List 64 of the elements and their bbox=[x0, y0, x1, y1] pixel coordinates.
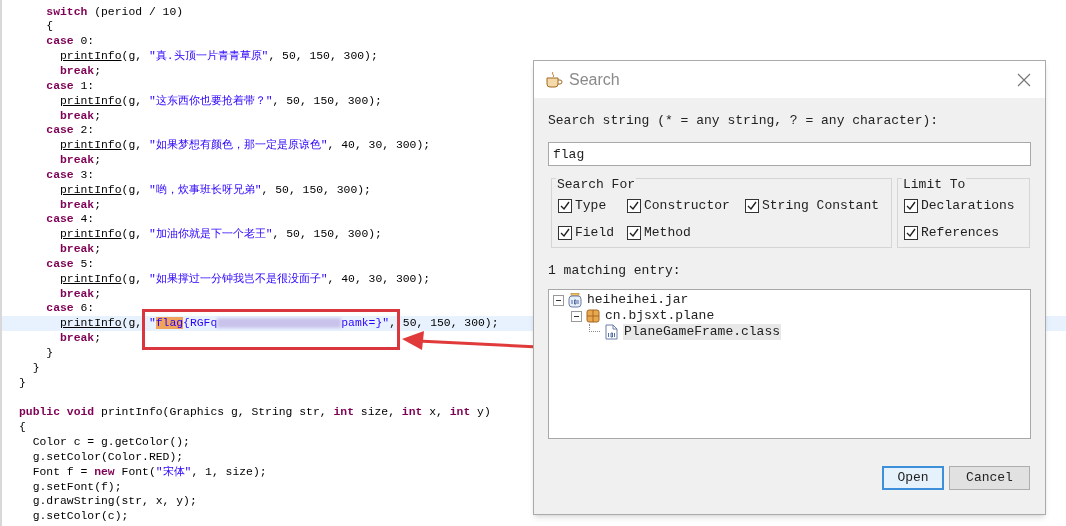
checkbox[interactable] bbox=[627, 226, 641, 240]
code-line: case 2: bbox=[45, 124, 95, 137]
code-line: public void printInfo(Graphics g, String str, int size, int x, int y) bbox=[19, 405, 491, 421]
code-line: } bbox=[45, 347, 54, 359]
code-line: break; bbox=[59, 154, 102, 167]
checkbox-label: Type bbox=[575, 197, 607, 216]
checkbox[interactable] bbox=[558, 199, 572, 213]
code-line: switch (period / 10) bbox=[45, 5, 184, 18]
search-field[interactable]: flag bbox=[548, 142, 1031, 166]
checkbox[interactable] bbox=[904, 226, 918, 240]
checkbox-label: Declarations bbox=[921, 197, 1015, 216]
code-line: Font f = new Font("宋体", 1, size); bbox=[31, 465, 267, 478]
code-line: } bbox=[19, 376, 26, 389]
code-line: } bbox=[31, 361, 40, 374]
code-line: break; bbox=[59, 332, 102, 345]
code-line: { bbox=[19, 421, 26, 434]
collapse-toggle-icon[interactable] bbox=[571, 310, 582, 322]
checkbox-label: String Constant bbox=[762, 197, 880, 216]
code-line: break; bbox=[59, 198, 102, 211]
code-line: g.setColor(Color.RED); bbox=[31, 450, 184, 463]
checkbox[interactable] bbox=[558, 226, 572, 240]
checkbox[interactable] bbox=[745, 199, 759, 213]
code-line: break; bbox=[59, 287, 102, 300]
collapse-toggle-icon[interactable] bbox=[553, 294, 564, 306]
code-line: case 3: bbox=[45, 168, 95, 181]
code-line: Color c = g.getColor(); bbox=[31, 436, 190, 449]
code-line: g.setFont(f); bbox=[31, 480, 122, 493]
code-line: case 1: bbox=[45, 79, 95, 92]
code-line: break; bbox=[59, 243, 102, 256]
result-count-label: 1 matching entry: bbox=[548, 262, 682, 280]
code-line: printInfo(g, "如果撑过一分钟我岂不是很没面子", 40, 30, 300); bbox=[59, 272, 431, 285]
dialog-title: Search bbox=[569, 69, 621, 90]
checkbox[interactable] bbox=[904, 199, 918, 213]
coffee-cup-icon bbox=[545, 70, 563, 89]
code-line: g.setColor(c); bbox=[31, 510, 129, 523]
code-line: printInfo(g, "这东西你也要抢着带？", 50, 150, 300); bbox=[59, 94, 382, 107]
code-line: break; bbox=[59, 109, 102, 122]
code-line: printInfo(g, "如果梦想有颜色，那一定是原谅色", 40, 30, 300); bbox=[59, 139, 431, 152]
tree-item[interactable]: cn.bjsxt.plane bbox=[604, 308, 716, 324]
binary-file-icon bbox=[604, 324, 619, 340]
dialog-button[interactable]: Cancel bbox=[949, 466, 1030, 490]
checkbox[interactable] bbox=[627, 199, 641, 213]
tree-item[interactable]: heiheihei.jar bbox=[586, 292, 690, 308]
package-icon bbox=[586, 309, 600, 323]
close-icon[interactable] bbox=[1017, 72, 1031, 87]
tree-item[interactable]: PlaneGameFrame.class bbox=[623, 324, 782, 340]
code-line: printInfo(g, "真.头顶一片青青草原", 50, 150, 300); bbox=[59, 50, 378, 63]
checkbox-label: Method bbox=[644, 224, 691, 243]
checkbox-label: Field bbox=[575, 224, 614, 243]
code-line: case 5: bbox=[45, 257, 95, 270]
binary-jar-icon bbox=[568, 292, 582, 308]
dialog-button[interactable]: Open bbox=[882, 466, 944, 490]
code-line: printInfo(g, "哟，炊事班长呀兄弟", 50, 150, 300); bbox=[59, 183, 371, 196]
code-line: g.drawString(str, x, y); bbox=[31, 495, 197, 508]
checkbox-label: References bbox=[921, 224, 999, 243]
search-label: Search string (* = any string, ? = any character): bbox=[548, 112, 940, 130]
code-line: printInfo(g, "flag{RGFq pamk=}", 50, 150, 300); bbox=[59, 317, 499, 330]
checkbox-label: Constructor bbox=[644, 197, 730, 216]
code-line: case 6: bbox=[45, 302, 95, 315]
code-line: break; bbox=[59, 64, 102, 77]
code-line: case 4: bbox=[45, 213, 95, 226]
code-line: { bbox=[45, 20, 54, 33]
code-line: printInfo(g, "加油你就是下一个老王", 50, 150, 300); bbox=[59, 228, 382, 241]
code-line: case 0: bbox=[45, 35, 95, 48]
